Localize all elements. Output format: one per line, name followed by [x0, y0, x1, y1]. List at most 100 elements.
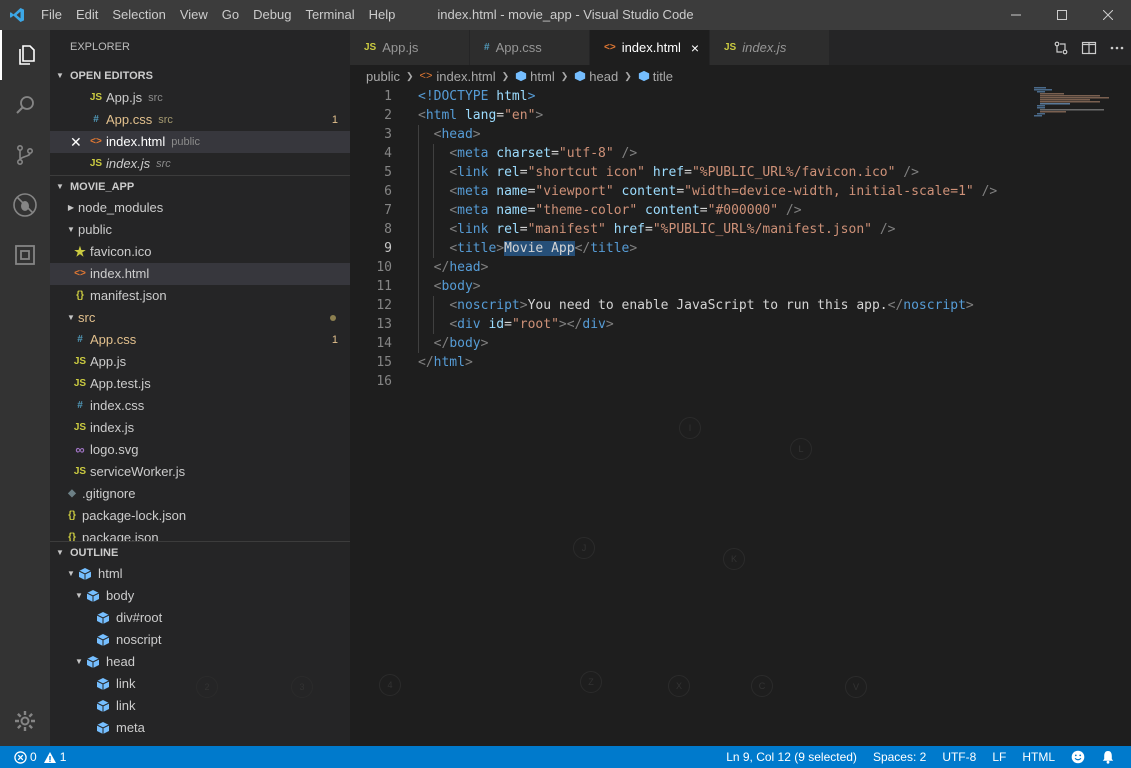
- project-header[interactable]: ▼ MOVIE_APP: [50, 175, 350, 197]
- code-area[interactable]: <!DOCTYPE html> <html lang="en"> <head> <…: [418, 87, 997, 391]
- code-token: />: [879, 222, 896, 237]
- tab-app-js[interactable]: JS App.js: [350, 30, 470, 65]
- tab-index-html[interactable]: <> index.html ×: [590, 30, 710, 65]
- code-token: >: [472, 279, 481, 294]
- file-item[interactable]: ◆ .gitignore: [50, 483, 350, 505]
- close-tab-icon[interactable]: ×: [691, 40, 699, 56]
- code-line[interactable]: <meta name="theme-color" content="#00000…: [418, 201, 997, 220]
- file-item-selected[interactable]: <> index.html: [50, 263, 350, 285]
- key-hint: 4: [379, 674, 401, 696]
- open-editor-item[interactable]: JS index.js src: [50, 153, 350, 175]
- close-window-button[interactable]: [1085, 0, 1131, 30]
- maximize-button[interactable]: [1039, 0, 1085, 30]
- code-editor[interactable]: 1 2 3 4 5 6 7 8 9 10 11 12 13 14 15 16 <!DOCTYPE html> <…: [196, 87, 1131, 746]
- code-line[interactable]: <link rel="manifest" href="%PUBLIC_URL%/…: [418, 220, 997, 239]
- code-token: "%PUBLIC_URL%/favicon.ico": [691, 165, 896, 180]
- code-line[interactable]: <!DOCTYPE html>: [418, 87, 997, 106]
- open-editors-header[interactable]: ▼ OPEN EDITORS: [50, 65, 350, 87]
- code-line[interactable]: <meta name="viewport" content="width=dev…: [418, 182, 997, 201]
- outline-item[interactable]: div#root: [50, 607, 350, 629]
- outline-item[interactable]: meta: [50, 717, 350, 739]
- outline-item[interactable]: ▼ html: [50, 563, 350, 585]
- feedback-button[interactable]: [1063, 750, 1093, 764]
- file-item[interactable]: JS App.js: [50, 351, 350, 373]
- end-of-line[interactable]: LF: [984, 746, 1014, 768]
- menu-help[interactable]: Help: [362, 0, 403, 30]
- tab-index-js[interactable]: JS index.js: [710, 30, 830, 65]
- open-editor-item[interactable]: JS App.js src: [50, 87, 350, 109]
- breadcrumb-symbol[interactable]: title: [653, 69, 673, 84]
- menu-file[interactable]: File: [34, 0, 69, 30]
- encoding[interactable]: UTF-8: [934, 746, 984, 768]
- code-line[interactable]: [418, 372, 997, 391]
- code-line[interactable]: </head>: [418, 258, 997, 277]
- tab-app-css[interactable]: # App.css: [470, 30, 590, 65]
- source-control-activity-button[interactable]: [0, 130, 50, 180]
- chevron-down-icon: ▼: [67, 225, 75, 234]
- breadcrumb-file[interactable]: index.html: [436, 69, 495, 84]
- outline-item[interactable]: link: [50, 695, 350, 717]
- menu-debug[interactable]: Debug: [246, 0, 298, 30]
- open-editor-desc: src: [156, 158, 171, 170]
- outline-header[interactable]: ▼ OUTLINE: [50, 541, 350, 563]
- file-item[interactable]: ★ favicon.ico: [50, 241, 350, 263]
- extensions-activity-button[interactable]: [0, 230, 50, 280]
- debug-activity-button[interactable]: [0, 180, 50, 230]
- file-item[interactable]: # index.css: [50, 395, 350, 417]
- close-editor-icon[interactable]: ✕: [70, 131, 88, 153]
- minimize-button[interactable]: [993, 0, 1039, 30]
- outline-item[interactable]: ▼ body: [50, 585, 350, 607]
- explorer-activity-button[interactable]: [0, 30, 50, 80]
- notifications-button[interactable]: [1093, 750, 1123, 764]
- breadcrumb-folder[interactable]: public: [366, 69, 400, 84]
- search-activity-button[interactable]: [0, 80, 50, 130]
- breadcrumb-symbol[interactable]: head: [589, 69, 618, 84]
- split-editor-button[interactable]: [1075, 30, 1103, 65]
- file-item[interactable]: {} manifest.json: [50, 285, 350, 307]
- menu-edit[interactable]: Edit: [69, 0, 105, 30]
- file-item[interactable]: ∞ logo.svg: [50, 439, 350, 461]
- file-item[interactable]: JS App.test.js: [50, 373, 350, 395]
- more-actions-button[interactable]: [1103, 30, 1131, 65]
- file-item[interactable]: JS serviceWorker.js: [50, 461, 350, 483]
- file-item[interactable]: {} package-lock.json: [50, 505, 350, 527]
- minimap[interactable]: [1034, 87, 1109, 117]
- menu-selection[interactable]: Selection: [105, 0, 172, 30]
- code-line[interactable]: </html>: [418, 353, 997, 372]
- open-changes-button[interactable]: [1047, 30, 1075, 65]
- folder-item[interactable]: ▼ src: [50, 307, 350, 329]
- code-token: name: [496, 184, 528, 199]
- close-icon: [1103, 10, 1113, 20]
- code-line[interactable]: <head>: [418, 125, 997, 144]
- indentation[interactable]: Spaces: 2: [865, 746, 934, 768]
- code-token: </: [433, 260, 450, 275]
- error-count: 0: [30, 750, 37, 764]
- file-item[interactable]: # App.css 1: [50, 329, 350, 351]
- outline-item[interactable]: ▼ head: [50, 651, 350, 673]
- code-line[interactable]: <body>: [418, 277, 997, 296]
- code-line[interactable]: <div id="root"></div>: [418, 315, 997, 334]
- open-editor-item-active[interactable]: ✕ <> index.html public: [50, 131, 350, 153]
- language-mode[interactable]: HTML: [1014, 746, 1063, 768]
- menu-go[interactable]: Go: [215, 0, 246, 30]
- menu-view[interactable]: View: [173, 0, 215, 30]
- open-editor-item[interactable]: # App.css src 1: [50, 109, 350, 131]
- cursor-position[interactable]: Ln 9, Col 12 (9 selected): [718, 746, 865, 768]
- file-item[interactable]: JS index.js: [50, 417, 350, 439]
- folder-item[interactable]: ▶ node_modules: [50, 197, 350, 219]
- outline-item[interactable]: noscript: [50, 629, 350, 651]
- menu-terminal[interactable]: Terminal: [298, 0, 361, 30]
- code-line[interactable]: </body>: [418, 334, 997, 353]
- code-line[interactable]: <title>Movie App</title>: [418, 239, 997, 258]
- problems-indicator[interactable]: 0 1: [14, 746, 74, 768]
- code-line[interactable]: <html lang="en">: [418, 106, 997, 125]
- file-item[interactable]: {} package.json: [50, 527, 350, 541]
- code-line[interactable]: <meta charset="utf-8" />: [418, 144, 997, 163]
- code-line[interactable]: <link rel="shortcut icon" href="%PUBLIC_…: [418, 163, 997, 182]
- folder-item[interactable]: ▼ public: [50, 219, 350, 241]
- manage-button[interactable]: [0, 696, 50, 746]
- breadcrumb-symbol[interactable]: html: [530, 69, 555, 84]
- code-line[interactable]: <noscript>You need to enable JavaScript …: [418, 296, 997, 315]
